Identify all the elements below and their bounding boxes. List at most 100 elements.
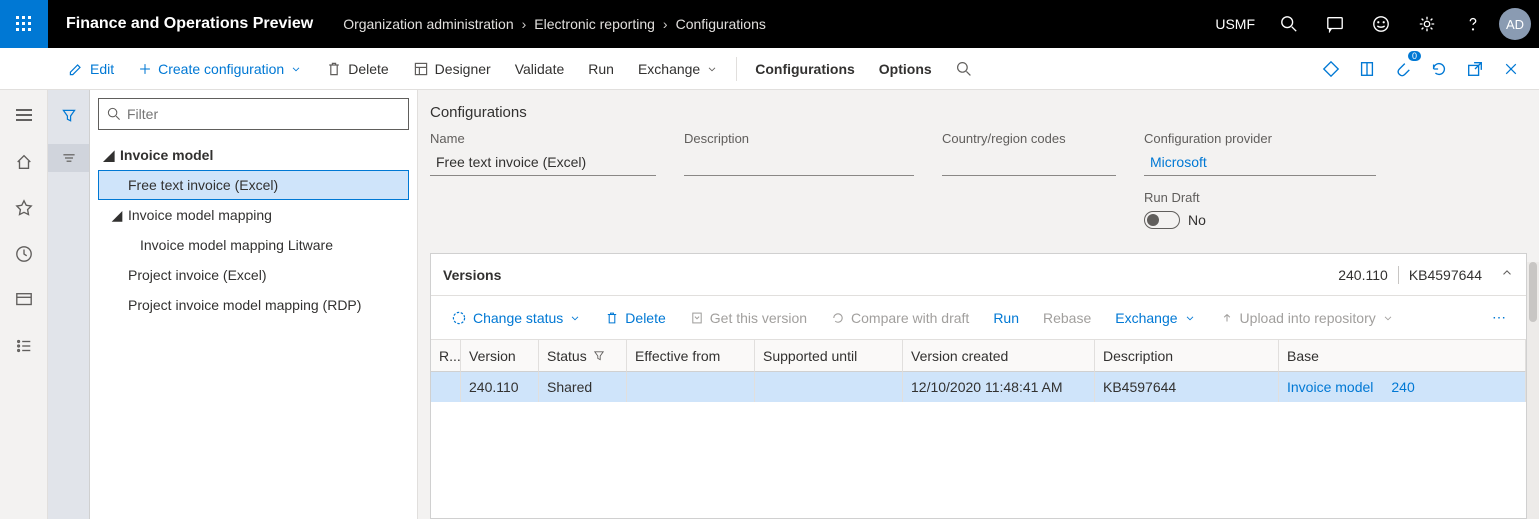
lines-icon[interactable] [48, 144, 89, 172]
run-button[interactable]: Run [576, 48, 626, 89]
workspace-icon[interactable] [8, 284, 40, 316]
meta-desc: KB4597644 [1409, 267, 1482, 283]
cell-supported [755, 372, 903, 402]
chevron-right-icon: › [522, 16, 527, 32]
change-status-button[interactable]: Change status [441, 296, 591, 339]
list-icon[interactable] [8, 330, 40, 362]
attach-icon[interactable]: 0 [1387, 53, 1419, 85]
tree-pane: ◢Invoice model Free text invoice (Excel)… [90, 90, 418, 519]
caret-down-icon[interactable]: ◢ [100, 147, 118, 164]
col-header[interactable]: Status [539, 340, 627, 372]
app-title: Finance and Operations Preview [48, 15, 331, 33]
crumb-item[interactable]: Configurations [676, 16, 766, 32]
star-icon[interactable] [8, 192, 40, 224]
caret-down-icon[interactable]: ◢ [108, 207, 126, 224]
funnel-icon [593, 350, 605, 362]
col-header[interactable]: Version [461, 340, 539, 372]
col-header[interactable]: Supported until [755, 340, 903, 372]
section-title: Versions [443, 267, 1338, 283]
name-field[interactable]: Free text invoice (Excel) [430, 150, 656, 176]
tree-node[interactable]: Project invoice model mapping (RDP) [98, 290, 409, 320]
compare-button: Compare with draft [821, 296, 979, 339]
close-icon[interactable] [1495, 53, 1527, 85]
funnel-icon[interactable] [55, 102, 83, 130]
tree-filter-input[interactable] [98, 98, 409, 130]
configurations-button[interactable]: Configurations [743, 48, 867, 89]
avatar[interactable]: AD [1499, 8, 1531, 40]
col-header[interactable]: Base [1279, 340, 1526, 372]
tree-node[interactable]: Invoice model mapping Litware [98, 230, 409, 260]
filter-field[interactable] [127, 106, 400, 122]
crumb-item[interactable]: Organization administration [343, 16, 513, 32]
field-label: Name [430, 131, 656, 146]
create-configuration-button[interactable]: Create configuration [126, 48, 314, 89]
search-icon[interactable] [1269, 0, 1309, 48]
col-header[interactable]: Effective from [627, 340, 755, 372]
more-icon[interactable]: ⋯ [1482, 296, 1516, 339]
book-icon[interactable] [1351, 53, 1383, 85]
app-launcher-icon[interactable] [0, 0, 48, 48]
message-icon[interactable] [1315, 0, 1355, 48]
breadcrumb: Organization administration › Electronic… [331, 16, 766, 32]
popout-icon[interactable] [1459, 53, 1491, 85]
cell-version: 240.110 [461, 372, 539, 402]
table-row[interactable]: 240.110 Shared 12/10/2020 11:48:41 AM KB… [431, 372, 1526, 402]
top-bar: Finance and Operations Preview Organizat… [0, 0, 1539, 48]
tree-node-root[interactable]: ◢Invoice model [98, 140, 409, 170]
field-label: Country/region codes [942, 131, 1116, 146]
cell-status: Shared [539, 372, 627, 402]
cell-created: 12/10/2020 11:48:41 AM [903, 372, 1095, 402]
clock-icon[interactable] [8, 238, 40, 270]
refresh-icon[interactable] [1423, 53, 1455, 85]
version-delete-button[interactable]: Delete [595, 296, 675, 339]
region-field[interactable] [942, 150, 1116, 176]
home-icon[interactable] [8, 146, 40, 178]
cell-description: KB4597644 [1095, 372, 1279, 402]
field-label: Description [684, 131, 914, 146]
chevron-right-icon: › [663, 16, 668, 32]
col-header[interactable]: Description [1095, 340, 1279, 372]
edit-button[interactable]: Edit [56, 48, 126, 89]
get-version-button: Get this version [680, 296, 817, 339]
help-icon[interactable] [1453, 0, 1493, 48]
tree-node[interactable]: ◢Invoice model mapping [98, 200, 409, 230]
col-header[interactable]: Version created [903, 340, 1095, 372]
tree-node[interactable]: Project invoice (Excel) [98, 260, 409, 290]
gear-icon[interactable] [1407, 0, 1447, 48]
provider-field[interactable]: Microsoft [1144, 150, 1376, 176]
validate-button[interactable]: Validate [503, 48, 577, 89]
toggle-value: No [1188, 212, 1206, 228]
detail-pane: Configurations Name Free text invoice (Ex… [418, 90, 1539, 519]
tree-node-selected[interactable]: Free text invoice (Excel) [98, 170, 409, 200]
col-header[interactable]: R... [431, 340, 461, 372]
company-selector[interactable]: USMF [1207, 16, 1263, 32]
description-field[interactable] [684, 150, 914, 176]
page-title: Configurations [418, 90, 1539, 127]
scroll-thumb[interactable] [1529, 262, 1537, 322]
versions-grid: R... Version Status Effective from Suppo… [431, 340, 1526, 518]
upload-button: Upload into repository [1210, 296, 1404, 339]
rebase-button: Rebase [1033, 296, 1101, 339]
meta-version: 240.110 [1338, 267, 1388, 283]
versions-panel: Versions 240.110 KB4597644 Change status… [430, 253, 1527, 519]
version-exchange-button[interactable]: Exchange [1105, 296, 1205, 339]
options-button[interactable]: Options [867, 48, 944, 89]
chevron-up-icon[interactable] [1500, 266, 1514, 283]
command-bar: Edit Create configuration Delete Designe… [0, 48, 1539, 90]
hamburger-icon[interactable] [14, 98, 34, 132]
search-button[interactable] [944, 48, 984, 89]
field-label: Configuration provider [1144, 131, 1376, 146]
crumb-item[interactable]: Electronic reporting [534, 16, 655, 32]
version-run-button[interactable]: Run [983, 296, 1029, 339]
filter-rail [48, 90, 90, 519]
run-draft-toggle[interactable] [1144, 211, 1180, 229]
nav-rail [0, 90, 48, 519]
designer-button[interactable]: Designer [401, 48, 503, 89]
scrollbar[interactable] [1527, 262, 1539, 519]
delete-button[interactable]: Delete [314, 48, 400, 89]
diamond-icon[interactable] [1315, 53, 1347, 85]
smiley-icon[interactable] [1361, 0, 1401, 48]
separator [736, 57, 737, 81]
cell-base: Invoice model240 [1279, 372, 1526, 402]
exchange-button[interactable]: Exchange [626, 48, 730, 89]
